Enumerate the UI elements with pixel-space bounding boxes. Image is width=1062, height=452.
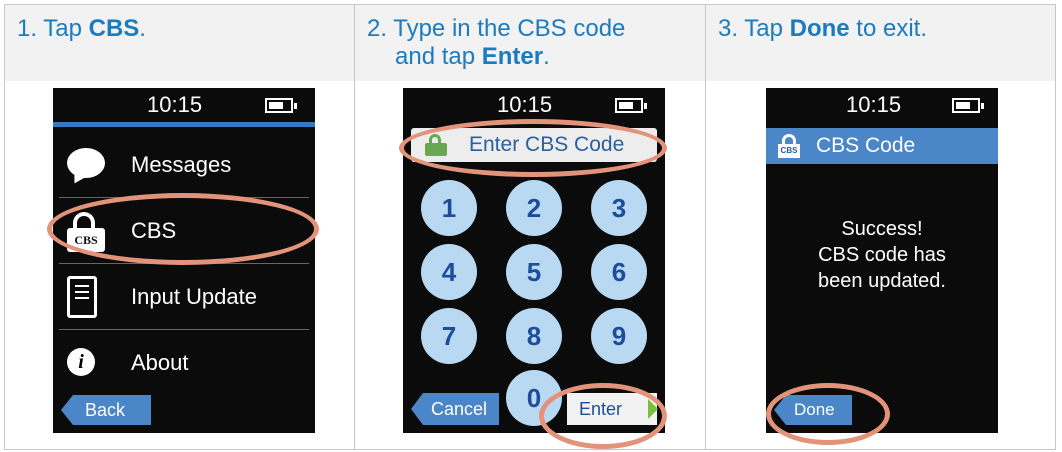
success-message: Success! CBS code has been updated. — [766, 216, 998, 294]
cbs-code-entry[interactable]: Enter CBS Code — [411, 128, 657, 162]
menu-item-label: CBS — [131, 218, 177, 243]
step-number: 2. — [367, 15, 388, 42]
step-emphasis: Enter — [481, 43, 544, 70]
step-3-text: 3. Tap Done to exit. — [718, 15, 927, 43]
device-screen-menu: 10:15 Messages CBS CBS Input Update i Ab… — [53, 88, 315, 433]
step-3-panel: 3. Tap Done to exit. 10:15 CBS CBS Code … — [706, 5, 1055, 449]
step-1-panel: 1. Tap CBS. 10:15 Messages CBS CBS Input… — [5, 5, 355, 449]
header-divider — [53, 122, 315, 127]
key-5[interactable]: 5 — [506, 244, 562, 300]
input-update-icon — [67, 276, 97, 318]
clock: 10:15 — [846, 92, 902, 117]
battery-icon — [265, 98, 297, 113]
menu-item-about[interactable]: i About — [53, 330, 315, 396]
step-number: 3. — [718, 15, 739, 42]
info-icon: i — [67, 348, 95, 376]
instruction-panels: 1. Tap CBS. 10:15 Messages CBS CBS Input… — [4, 4, 1056, 450]
step-2-text: 2. Type in the CBS code and tap Enter. — [367, 15, 625, 71]
status-bar: 10:15 — [766, 88, 998, 122]
step-text: and tap — [395, 43, 482, 70]
device-screen-keypad: 10:15 Enter CBS Code 1 2 3 4 5 6 7 8 9 0… — [403, 88, 665, 433]
step-text: Tap — [43, 15, 89, 42]
step-text: to exit. — [849, 15, 927, 42]
menu-item-label: About — [131, 350, 189, 375]
back-button[interactable]: Back — [61, 395, 151, 425]
menu-item-input-update[interactable]: Input Update — [53, 264, 315, 330]
done-button[interactable]: Done — [774, 395, 852, 425]
step-2-panel: 2. Type in the CBS code and tap Enter. 1… — [355, 5, 706, 449]
icon-text: CBS — [67, 228, 105, 252]
step-number: 1. — [17, 15, 38, 42]
status-bar: 10:15 — [403, 88, 665, 122]
step-text: Tap — [744, 15, 790, 42]
enter-button[interactable]: Enter — [567, 393, 658, 425]
key-2[interactable]: 2 — [506, 180, 562, 236]
key-4[interactable]: 4 — [421, 244, 477, 300]
status-bar: 10:15 — [53, 88, 315, 122]
key-6[interactable]: 6 — [591, 244, 647, 300]
key-3[interactable]: 3 — [591, 180, 647, 236]
menu-item-label: Input Update — [131, 284, 257, 309]
key-0[interactable]: 0 — [506, 370, 562, 426]
speech-bubble-icon — [67, 148, 105, 178]
message-line: CBS code has — [818, 244, 946, 266]
step-text: . — [139, 15, 146, 42]
clock: 10:15 — [147, 92, 203, 117]
menu-item-messages[interactable]: Messages — [53, 132, 315, 198]
step-emphasis: Done — [789, 15, 850, 42]
step-text: . — [543, 43, 550, 70]
lock-icon — [425, 134, 447, 156]
step-text: Type in the CBS code — [393, 15, 626, 42]
cbs-lock-icon: CBS — [778, 134, 800, 158]
screen-title: CBS Code — [816, 134, 916, 157]
entry-prompt: Enter CBS Code — [469, 133, 625, 156]
message-line: been updated. — [818, 270, 946, 292]
cancel-button[interactable]: Cancel — [411, 393, 499, 425]
message-line: Success! — [841, 218, 923, 240]
key-1[interactable]: 1 — [421, 180, 477, 236]
step-1-text: 1. Tap CBS. — [17, 15, 146, 43]
battery-icon — [952, 98, 984, 113]
clock: 10:15 — [497, 92, 553, 117]
icon-text: CBS — [778, 144, 800, 158]
step-emphasis: CBS — [88, 15, 140, 42]
key-7[interactable]: 7 — [421, 308, 477, 364]
battery-icon — [615, 98, 647, 113]
screen-title-bar: CBS CBS Code — [766, 128, 998, 164]
menu-item-label: Messages — [131, 152, 232, 177]
key-9[interactable]: 9 — [591, 308, 647, 364]
menu-item-cbs[interactable]: CBS CBS — [53, 198, 315, 264]
key-8[interactable]: 8 — [506, 308, 562, 364]
cbs-lock-icon: CBS — [67, 212, 105, 252]
device-screen-success: 10:15 CBS CBS Code Success! CBS code has… — [766, 88, 998, 433]
